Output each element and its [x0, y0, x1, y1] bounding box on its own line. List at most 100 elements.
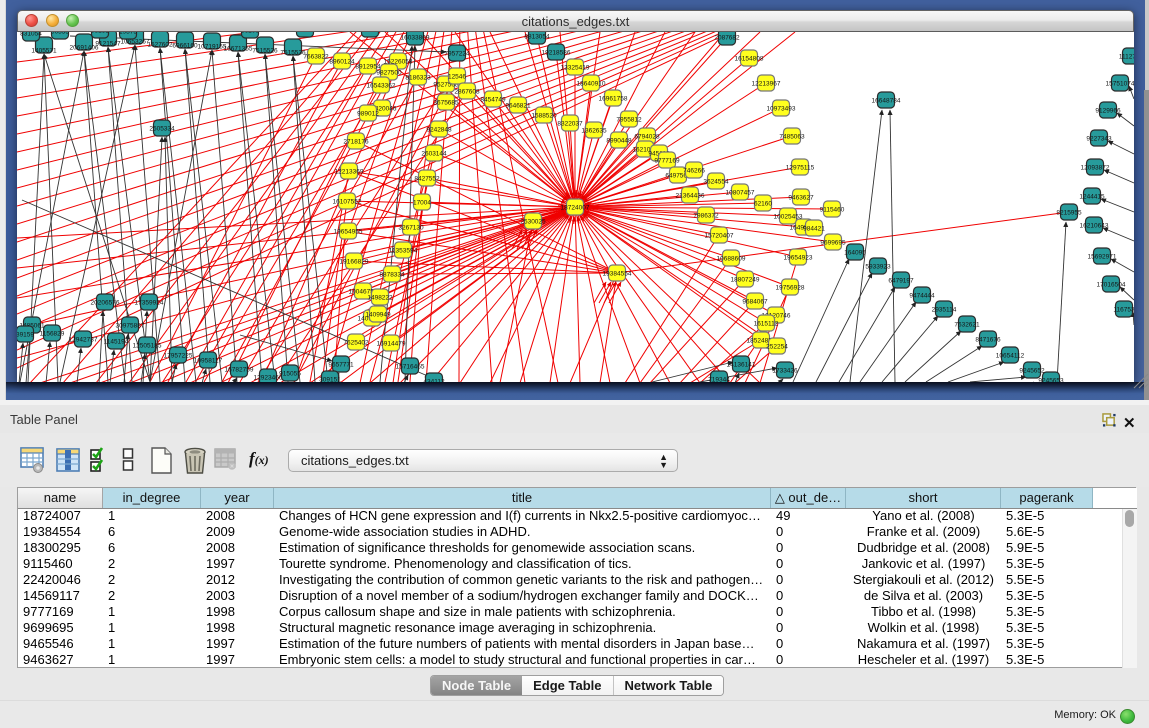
- svg-text:18807249: 18807249: [731, 277, 760, 284]
- svg-text:18724007: 18724007: [561, 205, 590, 212]
- svg-text:9115460: 9115460: [820, 207, 845, 214]
- svg-text:1409949: 1409949: [365, 312, 391, 319]
- svg-text:1615112: 1615112: [754, 321, 779, 328]
- svg-text:1733426: 1733426: [772, 368, 798, 375]
- svg-text:17004: 17004: [413, 200, 431, 207]
- svg-text:2505334: 2505334: [149, 126, 175, 133]
- svg-text:8813054: 8813054: [524, 34, 550, 41]
- svg-text:10719155: 10719155: [198, 44, 227, 51]
- svg-text:9657771: 9657771: [328, 362, 354, 369]
- svg-text:1145194: 1145194: [104, 339, 129, 346]
- svg-text:2603144: 2603144: [421, 151, 447, 158]
- svg-text:16648784: 16648784: [872, 98, 901, 105]
- svg-text:90553: 90553: [51, 32, 69, 36]
- svg-text:1588520: 1588520: [531, 113, 557, 120]
- svg-text:9121547: 9121547: [95, 41, 121, 48]
- svg-text:17957225: 17957225: [164, 353, 193, 360]
- svg-text:16154808: 16154808: [735, 56, 764, 63]
- svg-text:434112: 434112: [423, 379, 445, 383]
- svg-text:9463627: 9463627: [788, 195, 814, 202]
- svg-text:831054: 831054: [20, 32, 42, 38]
- svg-text:3624554: 3624554: [703, 179, 729, 186]
- svg-text:12546: 12546: [448, 74, 466, 81]
- svg-text:16914479: 16914479: [377, 341, 406, 348]
- svg-text:19756928: 19756928: [776, 285, 805, 292]
- svg-text:252254: 252254: [766, 344, 788, 351]
- svg-text:9777169: 9777169: [654, 158, 680, 165]
- svg-text:12213967: 12213967: [752, 81, 781, 88]
- svg-text:9227343: 9227343: [1086, 136, 1112, 143]
- svg-text:9242848: 9242848: [426, 127, 452, 134]
- svg-text:19218586: 19218586: [542, 50, 571, 57]
- svg-text:15692971: 15692971: [1088, 254, 1117, 261]
- svg-text:62160: 62160: [754, 201, 772, 208]
- svg-text:19654955: 19654955: [334, 229, 363, 236]
- svg-text:15751074: 15751074: [1106, 81, 1134, 88]
- svg-text:2935114: 2935114: [932, 307, 957, 314]
- svg-text:1527602: 1527602: [147, 42, 173, 49]
- svg-text:915055: 915055: [279, 371, 301, 378]
- svg-text:19375: 19375: [119, 32, 137, 36]
- svg-text:10807457: 10807457: [726, 190, 755, 197]
- svg-text:16543362: 16543362: [367, 83, 396, 90]
- svg-text:14136141: 14136141: [727, 362, 756, 369]
- svg-text:13325419: 13325419: [561, 65, 590, 72]
- svg-text:11353594: 11353594: [389, 248, 418, 255]
- svg-text:16210643: 16210643: [1080, 223, 1109, 230]
- svg-text:16107552: 16107552: [333, 199, 362, 206]
- svg-text:9646821: 9646821: [505, 103, 531, 110]
- svg-text:7986372: 7986372: [693, 213, 719, 220]
- svg-text:10654112: 10654112: [996, 353, 1025, 360]
- svg-text:20206576: 20206576: [91, 300, 120, 307]
- svg-text:1498222: 1498222: [367, 295, 393, 302]
- svg-text:8427552: 8427552: [414, 176, 440, 183]
- svg-text:8186323: 8186323: [405, 75, 431, 82]
- svg-text:6479197: 6479197: [888, 278, 914, 285]
- svg-text:97514: 97514: [296, 32, 314, 34]
- svg-text:309151: 309151: [319, 377, 341, 383]
- svg-text:98131: 98131: [91, 32, 109, 35]
- svg-text:88135: 88135: [361, 32, 379, 34]
- svg-text:2867608: 2867608: [454, 89, 480, 96]
- svg-text:1362635: 1362635: [581, 128, 607, 135]
- svg-text:7485063: 7485063: [779, 134, 805, 141]
- svg-text:2530025: 2530025: [520, 219, 546, 226]
- svg-text:9245652: 9245652: [1019, 368, 1045, 375]
- svg-text:989012: 989012: [357, 111, 379, 118]
- svg-text:10958117: 10958117: [194, 358, 223, 365]
- svg-text:164095: 164095: [844, 250, 866, 257]
- svg-text:7663822: 7663822: [303, 54, 329, 61]
- svg-text:8322037: 8322037: [557, 121, 583, 128]
- svg-text:7515526: 7515526: [252, 48, 278, 55]
- svg-text:7955812: 7955812: [616, 117, 642, 124]
- svg-text:12093872: 12093872: [1081, 165, 1110, 172]
- svg-text:19166829: 19166829: [340, 259, 369, 266]
- svg-text:16782759: 16782759: [225, 367, 254, 374]
- svg-text:19384554: 19384554: [603, 271, 632, 278]
- svg-text:1112733: 1112733: [1119, 54, 1134, 61]
- svg-text:8454749: 8454749: [480, 97, 506, 104]
- svg-text:9129966: 9129966: [1095, 108, 1121, 115]
- svg-text:3675685: 3675685: [433, 100, 459, 107]
- svg-text:746266: 746266: [683, 168, 705, 175]
- svg-text:5933923: 5933923: [865, 264, 891, 271]
- svg-text:1405571: 1405571: [31, 48, 57, 55]
- svg-text:2718176: 2718176: [343, 139, 369, 146]
- svg-text:21364436: 21364436: [676, 193, 705, 200]
- svg-text:2087682: 2087682: [714, 35, 740, 42]
- svg-text:116753: 116753: [1113, 307, 1134, 314]
- svg-text:10688609: 10688609: [717, 256, 746, 263]
- svg-text:7515536: 7515536: [280, 50, 306, 57]
- svg-text:30975887: 30975887: [116, 323, 145, 330]
- svg-text:719344: 719344: [708, 377, 730, 383]
- svg-text:12975115: 12975115: [786, 165, 815, 172]
- svg-text:15716465: 15716465: [396, 364, 425, 371]
- svg-text:6794028: 6794028: [634, 134, 660, 141]
- svg-text:9827500: 9827500: [376, 70, 402, 77]
- svg-text:8960124: 8960124: [329, 59, 355, 66]
- svg-text:15720407: 15720407: [705, 233, 734, 240]
- svg-text:18640910: 18640910: [577, 81, 606, 88]
- svg-text:19654923: 19654923: [784, 255, 813, 262]
- svg-text:8471676: 8471676: [975, 337, 1001, 344]
- svg-text:16961758: 16961758: [599, 96, 628, 103]
